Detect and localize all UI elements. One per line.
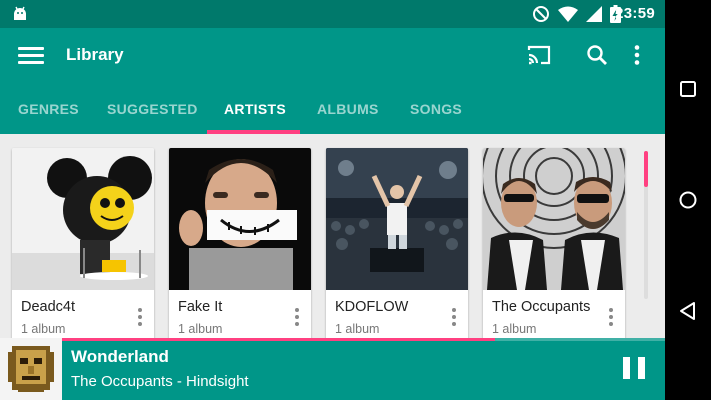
do-not-disturb-icon [532, 5, 550, 23]
back-icon[interactable] [675, 298, 701, 324]
playback-progress[interactable] [0, 338, 665, 341]
artist-name: Fake It [178, 299, 223, 315]
artist-card[interactable]: The Occupants 1 album [483, 148, 625, 348]
album-count: 1 album [335, 322, 380, 336]
tab-bar: GENRES SUGGESTED ARTISTS ALBUMS SONGS [0, 94, 665, 134]
artist-card[interactable]: Deadc4t 1 album [12, 148, 154, 348]
menu-icon[interactable] [18, 43, 44, 67]
now-playing-title: Wonderland [71, 347, 169, 366]
search-icon[interactable] [583, 41, 611, 69]
wifi-icon [558, 6, 578, 22]
cast-icon[interactable] [525, 41, 553, 69]
cell-signal-icon [586, 6, 602, 22]
album-count: 1 album [21, 322, 66, 336]
android-notification-icon [10, 4, 30, 24]
pause-icon[interactable] [623, 357, 645, 379]
status-bar: 23:59 [0, 0, 665, 28]
tab-genres[interactable]: GENRES [18, 94, 79, 134]
home-icon[interactable] [675, 187, 701, 213]
artist-artwork [169, 148, 311, 290]
more-vert-icon[interactable] [446, 306, 462, 328]
playback-progress-fill [0, 338, 496, 341]
page-title: Library [66, 45, 124, 64]
tab-artists[interactable]: ARTISTS [224, 94, 286, 134]
more-vert-icon[interactable] [289, 306, 305, 328]
app-bar: Library GENRES SUGGESTED ARTISTS ALBUMS … [0, 28, 665, 134]
artist-artwork [483, 148, 625, 290]
artist-grid: Deadc4t 1 album Fake It 1 album KDOFLOW … [0, 134, 665, 348]
more-vert-icon[interactable] [603, 306, 619, 328]
artist-card[interactable]: KDOFLOW 1 album [326, 148, 468, 348]
scrollbar-thumb[interactable] [644, 151, 648, 187]
app-screen: 23:59 Library GENRES SUGGESTED ARTISTS A… [0, 0, 665, 400]
artist-card[interactable]: Fake It 1 album [169, 148, 311, 348]
now-playing-subtitle: The Occupants - Hindsight [71, 373, 249, 390]
artist-name: Deadc4t [21, 299, 76, 315]
scrollbar[interactable] [644, 151, 648, 299]
now-playing-bar[interactable]: Wonderland The Occupants - Hindsight [0, 338, 665, 400]
artist-artwork [12, 148, 154, 290]
system-navigation-bar [665, 0, 711, 400]
more-vert-icon[interactable] [623, 41, 651, 69]
more-vert-icon[interactable] [132, 306, 148, 328]
album-count: 1 album [178, 322, 223, 336]
album-count: 1 album [492, 322, 537, 336]
tab-songs[interactable]: SONGS [410, 94, 462, 134]
artist-name: The Occupants [492, 299, 591, 315]
artist-artwork [326, 148, 468, 290]
artist-name: KDOFLOW [335, 299, 409, 315]
status-clock: 23:59 [615, 5, 655, 22]
now-playing-artwork [0, 338, 62, 400]
recents-icon[interactable] [675, 76, 701, 102]
tab-suggested[interactable]: SUGGESTED [107, 94, 198, 134]
tab-albums[interactable]: ALBUMS [317, 94, 379, 134]
